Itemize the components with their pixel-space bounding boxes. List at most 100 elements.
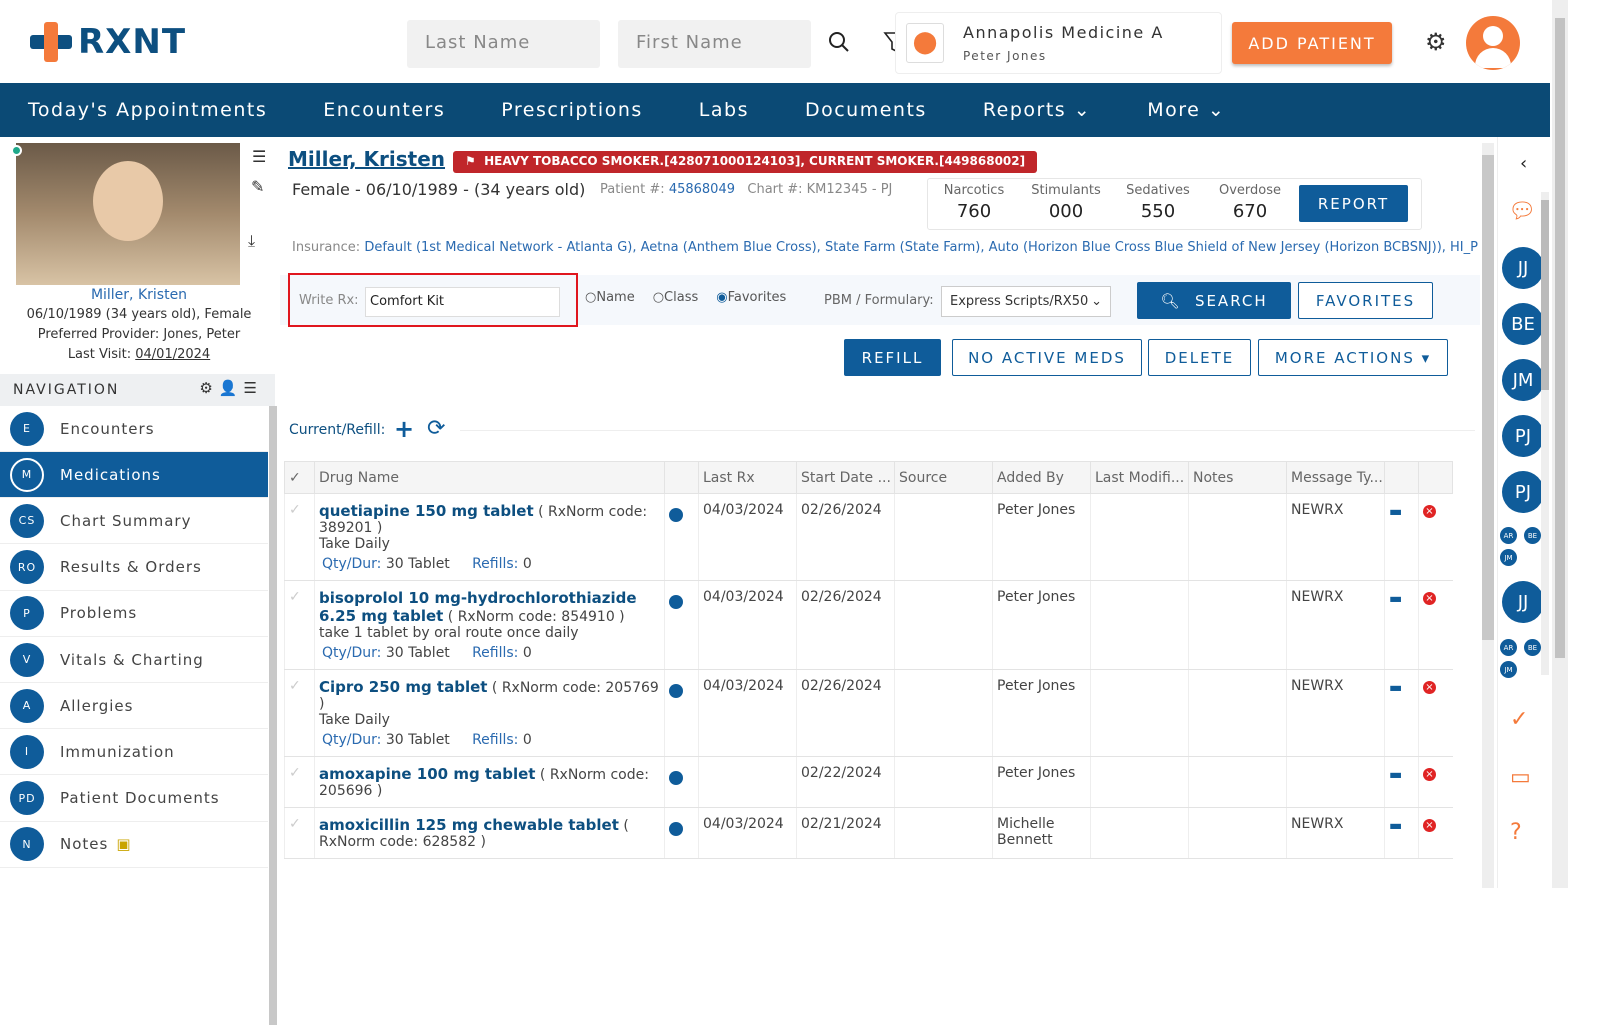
add-icon[interactable]: + bbox=[394, 415, 414, 443]
main-scrollbar[interactable] bbox=[1482, 143, 1494, 888]
report-button[interactable]: REPORT bbox=[1299, 185, 1408, 222]
first-name-input[interactable]: First Name bbox=[618, 20, 811, 68]
table-row[interactable]: ✓ amoxicillin 125 mg chewable tablet ( Rx… bbox=[284, 807, 1453, 859]
table-row[interactable]: ✓ amoxapine 100 mg tablet ( RxNorm code: … bbox=[284, 756, 1453, 808]
last-name-input[interactable]: Last Name bbox=[407, 20, 600, 68]
row-checkbox[interactable]: ✓ bbox=[284, 580, 315, 670]
chat-avatar[interactable]: JJ bbox=[1502, 247, 1544, 289]
nav-item-chart-summary[interactable]: CS Chart Summary bbox=[0, 498, 268, 545]
col-header[interactable]: Message Ty... bbox=[1286, 461, 1385, 494]
nav-item-allergies[interactable]: A Allergies bbox=[0, 683, 268, 730]
delete-button[interactable]: DELETE bbox=[1148, 339, 1251, 376]
left-scrollbar[interactable] bbox=[269, 406, 277, 1025]
patient-name[interactable]: Miller, Kristen bbox=[288, 147, 445, 171]
table-row[interactable]: ✓ bisoprolol 10 mg-hydrochlorothiazide 6.… bbox=[284, 580, 1453, 670]
chat-avatar[interactable]: JJ bbox=[1502, 581, 1544, 623]
chat-avatar[interactable]: PJ bbox=[1502, 415, 1544, 457]
nav-encounters[interactable]: Encounters bbox=[323, 99, 445, 121]
globe-icon[interactable] bbox=[664, 807, 699, 859]
chat-avatar[interactable]: PJ bbox=[1502, 471, 1544, 513]
insurance-value[interactable]: Default (1st Medical Network - Atlanta G… bbox=[364, 240, 1482, 255]
nav-todays-appointments[interactable]: Today's Appointments bbox=[28, 99, 267, 121]
delete-row-icon[interactable]: × bbox=[1418, 580, 1453, 670]
folder-icon[interactable]: ▬ bbox=[1384, 669, 1419, 757]
col-header[interactable]: Start Date ... bbox=[796, 461, 895, 494]
gear-icon[interactable]: ⚙ bbox=[199, 379, 218, 397]
nav-prescriptions[interactable]: Prescriptions bbox=[501, 99, 643, 121]
add-patient-button[interactable]: ADD PATIENT bbox=[1232, 22, 1392, 64]
delete-row-icon[interactable]: × bbox=[1418, 807, 1453, 859]
check-circle-icon[interactable]: ✓ bbox=[1510, 707, 1528, 732]
help-icon[interactable]: ? bbox=[1510, 820, 1522, 845]
nav-reports[interactable]: Reports ⌄ bbox=[983, 99, 1091, 121]
select-all-checkbox[interactable]: ✓ bbox=[284, 461, 315, 494]
radio-favorites[interactable]: ◉Favorites bbox=[716, 290, 786, 305]
globe-icon[interactable] bbox=[664, 580, 699, 670]
download-icon[interactable]: ⤓ bbox=[248, 231, 255, 251]
nav-labs[interactable]: Labs bbox=[699, 99, 749, 121]
row-checkbox[interactable]: ✓ bbox=[284, 807, 315, 859]
radio-class[interactable]: ○Class bbox=[653, 290, 699, 305]
patient-card-name[interactable]: Miller, Kristen bbox=[0, 285, 278, 305]
globe-icon[interactable] bbox=[664, 669, 699, 757]
folder-icon[interactable]: ▬ bbox=[1384, 756, 1419, 808]
table-row[interactable]: ✓ quetiapine 150 mg tablet ( RxNorm code:… bbox=[284, 493, 1453, 581]
group-chat-avatar[interactable]: AR bbox=[1500, 527, 1517, 544]
favorites-button[interactable]: FAVORITES bbox=[1298, 282, 1433, 319]
chat-avatar[interactable]: JM bbox=[1502, 359, 1544, 401]
nav-more[interactable]: More ⌄ bbox=[1147, 99, 1225, 121]
gear-icon[interactable]: ⚙ bbox=[1425, 28, 1447, 56]
drug-name-link[interactable]: amoxicillin 125 mg chewable tablet bbox=[319, 816, 619, 834]
nav-item-encounters[interactable]: E Encounters bbox=[0, 406, 268, 452]
nav-item-notes[interactable]: N Notes ▣ bbox=[0, 822, 268, 868]
alert-badge[interactable]: ⚑ HEAVY TOBACCO SMOKER.[428071000124103]… bbox=[453, 151, 1038, 173]
list-icon[interactable]: ☰ bbox=[252, 147, 266, 166]
row-checkbox[interactable]: ✓ bbox=[284, 493, 315, 581]
refill-button[interactable]: REFILL bbox=[844, 339, 941, 376]
collapse-chevron-icon[interactable]: ‹ bbox=[1520, 153, 1527, 174]
group-chat-avatar[interactable]: AR bbox=[1500, 639, 1517, 656]
nav-item-vitals-charting[interactable]: V Vitals & Charting bbox=[0, 637, 268, 683]
row-checkbox[interactable]: ✓ bbox=[284, 669, 315, 757]
chat-avatar[interactable]: BE bbox=[1502, 303, 1544, 345]
write-rx-input[interactable]: Comfort Kit bbox=[365, 287, 560, 317]
table-row[interactable]: ✓ Cipro 250 mg tablet ( RxNorm code: 2057… bbox=[284, 669, 1453, 757]
page-scrollbar[interactable] bbox=[1552, 0, 1568, 888]
folder-icon[interactable]: ▬ bbox=[1384, 493, 1419, 581]
row-checkbox[interactable]: ✓ bbox=[284, 756, 315, 808]
rxnt-logo[interactable]: RXNT bbox=[30, 22, 186, 62]
nav-item-problems[interactable]: P Problems bbox=[0, 591, 268, 637]
message-icon[interactable]: ▭ bbox=[1510, 765, 1531, 790]
rail-scrollbar[interactable] bbox=[1541, 192, 1549, 675]
folder-icon[interactable]: ▬ bbox=[1384, 580, 1419, 670]
nav-item-immunization[interactable]: I Immunization bbox=[0, 729, 268, 776]
group-chat-avatar[interactable]: BE bbox=[1524, 527, 1541, 544]
delete-row-icon[interactable]: × bbox=[1418, 493, 1453, 581]
pbm-select[interactable]: Express Scripts/RX50 ⌄ bbox=[941, 286, 1111, 317]
no-active-meds-button[interactable]: NO ACTIVE MEDS bbox=[952, 339, 1142, 376]
folder-icon[interactable]: ▬ bbox=[1384, 807, 1419, 859]
search-icon[interactable] bbox=[828, 31, 850, 53]
delete-row-icon[interactable]: × bbox=[1418, 669, 1453, 757]
col-header[interactable]: Last Rx bbox=[698, 461, 797, 494]
person-icon[interactable]: 👤 bbox=[219, 379, 244, 397]
location-selector[interactable]: ⬤ Annapolis Medicine A Peter Jones bbox=[895, 12, 1222, 74]
col-header[interactable]: Source bbox=[894, 461, 993, 494]
col-header[interactable]: Added By bbox=[992, 461, 1091, 494]
list-icon[interactable]: ☰ bbox=[244, 379, 263, 397]
nav-item-medications[interactable]: M Medications bbox=[0, 452, 268, 499]
group-chat-avatar[interactable]: BE bbox=[1524, 639, 1541, 656]
col-drug-name[interactable]: Drug Name bbox=[314, 461, 665, 494]
refresh-icon[interactable]: ⟳ bbox=[427, 416, 445, 441]
chat-bubbles-icon[interactable]: 💬︎ bbox=[1508, 199, 1536, 224]
group-chat-avatar[interactable]: JM bbox=[1500, 661, 1517, 678]
group-chat-avatar[interactable]: JM bbox=[1500, 549, 1517, 566]
edit-icon[interactable]: ✎ bbox=[251, 177, 264, 196]
more-actions-button[interactable]: MORE ACTIONS ▾ bbox=[1258, 339, 1448, 376]
nav-item-results-orders[interactable]: RO Results & Orders bbox=[0, 545, 268, 591]
col-header[interactable]: Last Modifi... bbox=[1090, 461, 1189, 494]
radio-name[interactable]: ○Name bbox=[585, 290, 635, 305]
globe-icon[interactable] bbox=[664, 493, 699, 581]
search-button[interactable]: 🔍︎ SEARCH bbox=[1137, 282, 1291, 319]
drug-name-link[interactable]: quetiapine 150 mg tablet bbox=[319, 502, 534, 520]
